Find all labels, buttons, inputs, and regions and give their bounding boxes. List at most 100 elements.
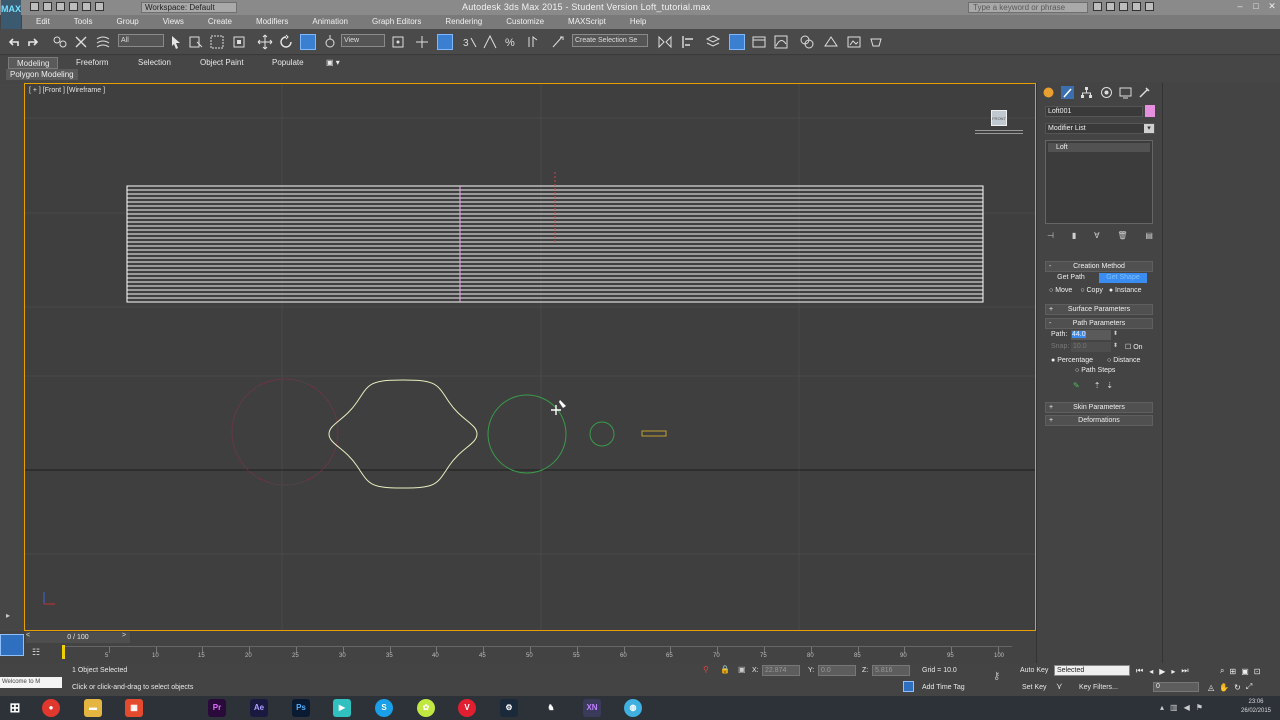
- tab-object-paint[interactable]: Object Paint: [192, 57, 252, 69]
- tab-freeform[interactable]: Freeform: [68, 57, 116, 69]
- chrome-icon[interactable]: ●: [42, 699, 60, 717]
- maximize-viewport-icon[interactable]: ⤢: [1246, 682, 1252, 692]
- object-name-field[interactable]: Loft001: [1045, 106, 1143, 117]
- network-icon[interactable]: ▥: [1170, 703, 1178, 712]
- mirror-icon[interactable]: [657, 34, 673, 50]
- reference-coordinate-dropdown[interactable]: View: [341, 34, 385, 47]
- play-icon[interactable]: ▶: [1159, 667, 1165, 676]
- redo-icon[interactable]: [25, 34, 41, 50]
- current-frame-marker[interactable]: [62, 645, 65, 659]
- after-effects-icon[interactable]: Ae: [250, 699, 268, 717]
- undo-icon[interactable]: [69, 2, 78, 11]
- launcher-icon[interactable]: ♞: [542, 699, 560, 717]
- render-production-icon[interactable]: [868, 34, 884, 50]
- search-input[interactable]: Type a keyword or phrase: [968, 2, 1088, 13]
- menu-maxscript[interactable]: MAXScript: [568, 15, 606, 29]
- radio-instance[interactable]: ● Instance: [1109, 287, 1142, 294]
- modify-tab-icon[interactable]: [1061, 86, 1074, 99]
- slider-prev-icon[interactable]: <: [26, 632, 30, 639]
- maxscript-listener-field[interactable]: Welcome to M: [0, 677, 62, 688]
- windows-start-icon[interactable]: ⊞: [6, 699, 24, 717]
- vivaldi-icon[interactable]: V: [458, 699, 476, 717]
- menu-graph-editors[interactable]: Graph Editors: [372, 15, 421, 29]
- small-circle-shape[interactable]: [589, 421, 615, 447]
- stack-item-loft[interactable]: Loft: [1048, 143, 1150, 152]
- help-icon[interactable]: [1145, 2, 1154, 11]
- close-button[interactable]: ✕: [1264, 1, 1280, 13]
- volume-icon[interactable]: ◀: [1184, 703, 1190, 712]
- creation-method-rollout[interactable]: - Creation Method: [1045, 261, 1153, 272]
- app-icon[interactable]: ✿: [417, 699, 435, 717]
- material-editor-icon[interactable]: [799, 34, 815, 50]
- select-and-link-icon[interactable]: [52, 34, 68, 50]
- flag-icon[interactable]: ⚑: [1196, 703, 1203, 712]
- viewport-canvas[interactable]: [25, 84, 1035, 630]
- steam-icon[interactable]: ⚙: [500, 699, 518, 717]
- path-parameters-rollout[interactable]: - Path Parameters: [1045, 318, 1153, 329]
- spinner-snap-icon[interactable]: [525, 34, 541, 50]
- isolate-selection-icon[interactable]: ⚲: [703, 665, 709, 674]
- snaps-toggle-icon[interactable]: 3: [462, 34, 478, 50]
- menu-rendering[interactable]: Rendering: [445, 15, 482, 29]
- orbit-icon[interactable]: ↻: [1234, 683, 1241, 692]
- select-object-icon[interactable]: [168, 34, 184, 50]
- align-icon[interactable]: [680, 34, 696, 50]
- get-path-button[interactable]: Get Path: [1051, 273, 1091, 283]
- maximize-button[interactable]: □: [1248, 1, 1264, 13]
- edit-named-selection-icon[interactable]: [550, 34, 566, 50]
- zoom-extents-icon[interactable]: ▣: [1241, 667, 1249, 676]
- redo-icon[interactable]: [82, 2, 91, 11]
- display-tab-icon[interactable]: [1119, 86, 1132, 99]
- open-track-bar-icon[interactable]: ☷: [32, 647, 40, 658]
- manipulate-icon[interactable]: [414, 34, 430, 50]
- set-key-button[interactable]: Set Key: [1022, 684, 1047, 691]
- bind-to-space-warp-icon[interactable]: [95, 34, 111, 50]
- place-object-icon[interactable]: [322, 34, 338, 50]
- green-circle-shape[interactable]: [487, 394, 567, 474]
- radio-path-steps[interactable]: ○ Path Steps: [1075, 367, 1115, 374]
- premiere-icon[interactable]: Pr: [208, 699, 226, 717]
- track-bar[interactable]: 5 10 15 20 25 30 35 40 45 50 55 60 65 70 75 80 85 90 95 100: [62, 645, 1012, 661]
- show-end-result-icon[interactable]: ▮: [1072, 231, 1076, 240]
- slider-next-icon[interactable]: >: [122, 632, 126, 639]
- previous-frame-icon[interactable]: ◂: [1149, 667, 1153, 676]
- snap-value-field[interactable]: 10.0: [1071, 342, 1111, 352]
- absolute-mode-icon[interactable]: ▣: [738, 665, 746, 674]
- snap-spinner-icon[interactable]: ⬍: [1113, 342, 1118, 349]
- new-file-icon[interactable]: [30, 2, 39, 11]
- app-logo-icon[interactable]: MAX: [1, 0, 21, 29]
- next-frame-icon[interactable]: ▸: [1171, 667, 1175, 676]
- project-folder-icon[interactable]: [95, 2, 104, 11]
- x-coordinate-field[interactable]: 22.874: [762, 665, 800, 676]
- unlink-selection-icon[interactable]: [73, 34, 89, 50]
- undo-icon[interactable]: [6, 34, 22, 50]
- radio-distance[interactable]: ○ Distance: [1107, 357, 1140, 364]
- minimize-button[interactable]: –: [1232, 1, 1248, 13]
- skype-icon[interactable]: S: [375, 699, 393, 717]
- modifier-stack[interactable]: Loft: [1045, 140, 1153, 224]
- rectangle-shape[interactable]: [641, 430, 667, 437]
- tab-populate[interactable]: Populate: [264, 57, 312, 69]
- create-tab-icon[interactable]: [1042, 86, 1055, 99]
- select-by-name-icon[interactable]: [188, 34, 204, 50]
- menu-group[interactable]: Group: [116, 15, 138, 29]
- ribbon-options-icon[interactable]: ▣ ▾: [318, 57, 348, 69]
- menu-modifiers[interactable]: Modifiers: [256, 15, 288, 29]
- set-keys-icon[interactable]: ⋎: [1056, 681, 1063, 692]
- make-unique-icon[interactable]: ∀: [1094, 231, 1099, 240]
- open-file-icon[interactable]: [43, 2, 52, 11]
- binoculars-icon[interactable]: [1093, 2, 1102, 11]
- menu-views[interactable]: Views: [163, 15, 184, 29]
- auto-key-button[interactable]: Auto Key: [1020, 667, 1048, 674]
- menu-customize[interactable]: Customize: [506, 15, 544, 29]
- surface-parameters-rollout[interactable]: + Surface Parameters: [1045, 304, 1153, 315]
- workspace-dropdown[interactable]: Workspace: Default: [141, 2, 237, 13]
- menu-tools[interactable]: Tools: [74, 15, 93, 29]
- previous-shape-icon[interactable]: ⇡: [1094, 381, 1101, 390]
- object-color-swatch[interactable]: [1145, 105, 1155, 117]
- field-of-view-icon[interactable]: ◬: [1208, 683, 1214, 692]
- select-and-move-icon[interactable]: [257, 34, 273, 50]
- zoom-icon[interactable]: ⌕: [1220, 666, 1224, 676]
- pink-circle-shape[interactable]: [231, 378, 339, 486]
- tab-selection[interactable]: Selection: [130, 57, 179, 69]
